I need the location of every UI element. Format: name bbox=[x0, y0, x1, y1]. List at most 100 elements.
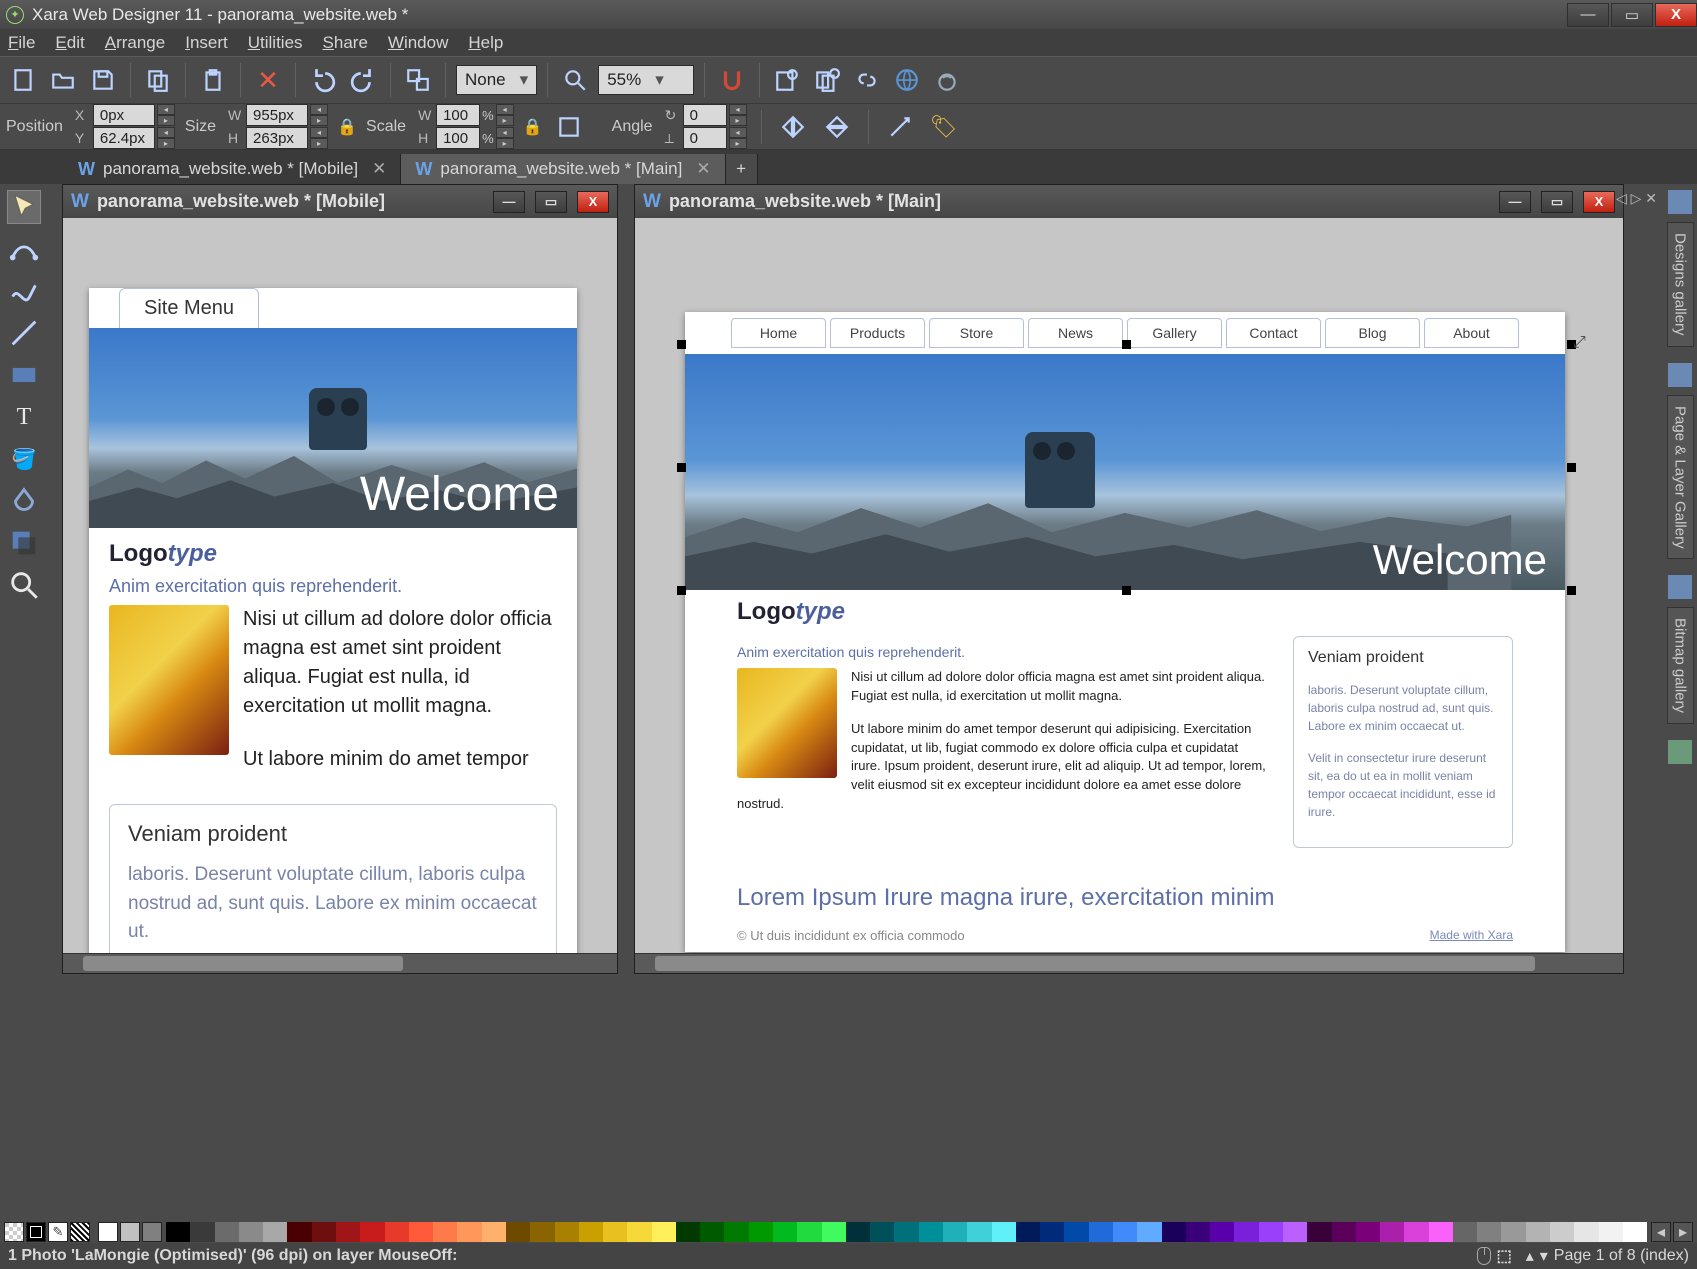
page-layer-gallery-tab[interactable]: Page & Layer Gallery bbox=[1667, 395, 1694, 560]
preview-site-button[interactable] bbox=[810, 63, 844, 97]
selection-handle[interactable] bbox=[1567, 463, 1576, 472]
menu-help[interactable]: Help bbox=[468, 33, 503, 53]
zoom-tool-button[interactable] bbox=[558, 63, 592, 97]
skew-spinner[interactable]: ◂▸ bbox=[729, 127, 747, 149]
palette-swatch[interactable] bbox=[1040, 1222, 1064, 1242]
rotate-handle-icon[interactable]: ⤢ bbox=[1573, 334, 1586, 352]
palette-swatch[interactable] bbox=[1356, 1222, 1380, 1242]
palette-swatch[interactable] bbox=[1453, 1222, 1477, 1242]
palette-swatch[interactable] bbox=[409, 1222, 433, 1242]
palette-swatch[interactable] bbox=[263, 1222, 287, 1242]
new-button[interactable] bbox=[6, 63, 40, 97]
hatch-swatch[interactable] bbox=[70, 1222, 90, 1242]
palette-swatch[interactable] bbox=[385, 1222, 409, 1242]
palette-swatch[interactable] bbox=[1429, 1222, 1453, 1242]
palette-swatch[interactable] bbox=[822, 1222, 846, 1242]
flip-horizontal-button[interactable] bbox=[776, 110, 810, 144]
window-close-button[interactable]: X bbox=[1655, 3, 1697, 27]
position-x-spinner[interactable]: ◂▸ bbox=[157, 104, 175, 126]
size-w-field[interactable]: 955px bbox=[246, 104, 308, 126]
palette-swatch[interactable] bbox=[190, 1222, 214, 1242]
palette-swatch[interactable] bbox=[1550, 1222, 1574, 1242]
menu-file[interactable]: File bbox=[8, 33, 35, 53]
size-h-spinner[interactable]: ◂▸ bbox=[310, 127, 328, 149]
group-button[interactable] bbox=[401, 63, 435, 97]
doc-minimize-button[interactable]: — bbox=[493, 191, 525, 213]
menu-share[interactable]: Share bbox=[323, 33, 368, 53]
nav-blog[interactable]: Blog bbox=[1325, 318, 1420, 348]
palette-swatch[interactable] bbox=[627, 1222, 651, 1242]
page-navigator[interactable]: ▴ ▾ Page 1 of 8 (index) bbox=[1526, 1246, 1689, 1266]
doc-close-button[interactable]: X bbox=[577, 191, 609, 213]
doc-maximize-button[interactable]: ▭ bbox=[1541, 191, 1573, 213]
palette-swatch[interactable] bbox=[943, 1222, 967, 1242]
scale-w-field[interactable]: 100 bbox=[436, 104, 480, 126]
lock-aspect-button[interactable]: 🔒 bbox=[338, 108, 356, 146]
freehand-tool[interactable] bbox=[7, 274, 41, 308]
nav-gallery[interactable]: Gallery bbox=[1127, 318, 1222, 348]
palette-swatch[interactable] bbox=[166, 1222, 190, 1242]
link-button[interactable] bbox=[850, 63, 884, 97]
palette-swatch[interactable] bbox=[1526, 1222, 1550, 1242]
shape-tool[interactable] bbox=[7, 232, 41, 266]
palette-swatch[interactable] bbox=[992, 1222, 1016, 1242]
palette-swatch[interactable] bbox=[336, 1222, 360, 1242]
palette-swatch[interactable] bbox=[506, 1222, 530, 1242]
tab-nav-arrows[interactable]: ◁ ▷ ✕ bbox=[1616, 184, 1657, 212]
palette-swatch[interactable] bbox=[603, 1222, 627, 1242]
window-maximize-button[interactable]: ▭ bbox=[1611, 3, 1653, 27]
close-tab-icon[interactable]: ✕ bbox=[696, 159, 710, 179]
palette-swatch[interactable] bbox=[749, 1222, 773, 1242]
palette-swatch[interactable] bbox=[676, 1222, 700, 1242]
no-color-swatch[interactable] bbox=[4, 1222, 24, 1242]
edit-color-button[interactable]: ✎ bbox=[48, 1222, 68, 1242]
page-layer-gallery-icon[interactable] bbox=[1668, 363, 1692, 387]
copy-button[interactable] bbox=[141, 63, 175, 97]
lock-scale-button[interactable]: 🔒 bbox=[524, 108, 542, 146]
palette-swatch[interactable] bbox=[579, 1222, 603, 1242]
undo-button[interactable] bbox=[306, 63, 340, 97]
fill-tool[interactable]: 🪣 bbox=[7, 442, 41, 476]
palette-swatch[interactable] bbox=[1477, 1222, 1501, 1242]
palette-swatch[interactable] bbox=[1599, 1222, 1623, 1242]
palette-swatch[interactable] bbox=[1113, 1222, 1137, 1242]
angle-spinner[interactable]: ◂▸ bbox=[729, 104, 747, 126]
preview-page-button[interactable] bbox=[770, 63, 804, 97]
palette-swatch[interactable] bbox=[1332, 1222, 1356, 1242]
delete-button[interactable]: ✕ bbox=[251, 63, 285, 97]
angle-field[interactable]: 0 bbox=[683, 104, 727, 126]
position-y-field[interactable]: 62.4px bbox=[93, 127, 155, 149]
theme-swatch[interactable] bbox=[120, 1222, 140, 1242]
palette-swatch[interactable] bbox=[1259, 1222, 1283, 1242]
skew-field[interactable]: 0 bbox=[683, 127, 727, 149]
position-x-field[interactable]: 0px bbox=[93, 104, 155, 126]
doc-tab-mobile[interactable]: Wpanorama_website.web * [Mobile]✕ bbox=[64, 154, 401, 184]
nav-home[interactable]: Home bbox=[731, 318, 826, 348]
palette-swatch[interactable] bbox=[773, 1222, 797, 1242]
nav-store[interactable]: Store bbox=[929, 318, 1024, 348]
save-button[interactable] bbox=[86, 63, 120, 97]
flip-vertical-button[interactable] bbox=[820, 110, 854, 144]
add-tab-button[interactable]: + bbox=[726, 154, 758, 184]
scale-h-spinner[interactable]: ◂▸ bbox=[496, 127, 514, 149]
theme-swatch[interactable] bbox=[142, 1222, 162, 1242]
size-w-spinner[interactable]: ◂▸ bbox=[310, 104, 328, 126]
snap-button[interactable] bbox=[715, 63, 749, 97]
designs-gallery-tab[interactable]: Designs gallery bbox=[1667, 222, 1694, 347]
selection-handle[interactable] bbox=[1122, 340, 1131, 349]
palette-swatch[interactable] bbox=[555, 1222, 579, 1242]
scale-h-field[interactable]: 100 bbox=[436, 127, 480, 149]
zoom-combo[interactable]: 55%▾ bbox=[598, 65, 694, 95]
bitmap-gallery-tab[interactable]: Bitmap gallery bbox=[1667, 607, 1694, 724]
palette-swatch[interactable] bbox=[1574, 1222, 1598, 1242]
menu-arrange[interactable]: Arrange bbox=[105, 33, 165, 53]
doc-close-button[interactable]: X bbox=[1583, 191, 1615, 213]
designs-gallery-icon[interactable] bbox=[1668, 190, 1692, 214]
palette-swatch[interactable] bbox=[239, 1222, 263, 1242]
nav-news[interactable]: News bbox=[1028, 318, 1123, 348]
palette-swatch[interactable] bbox=[433, 1222, 457, 1242]
menu-edit[interactable]: Edit bbox=[55, 33, 84, 53]
palette-swatch[interactable] bbox=[1623, 1222, 1647, 1242]
palette-swatch[interactable] bbox=[652, 1222, 676, 1242]
palette-swatch[interactable] bbox=[1404, 1222, 1428, 1242]
